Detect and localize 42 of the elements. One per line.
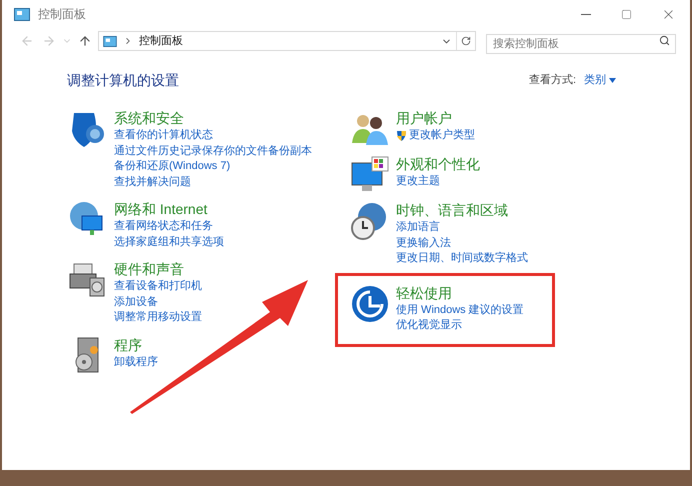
category-link[interactable]: 添加语言	[396, 220, 528, 236]
category-link[interactable]: 查看网络状态和任务	[114, 219, 224, 234]
category-link[interactable]: 查看你的计算机状态	[114, 128, 312, 144]
category-link[interactable]: 更改帐户类型	[409, 128, 475, 144]
ease-of-access-icon	[350, 284, 390, 324]
control-panel-icon	[14, 8, 30, 20]
category-link[interactable]: 添加设备	[114, 294, 202, 310]
search-icon	[659, 35, 670, 46]
view-by-dropdown[interactable]: 类别	[584, 72, 616, 89]
category-title[interactable]: 轻松使用	[396, 284, 524, 302]
category-title[interactable]: 程序	[114, 336, 158, 354]
forward-arrow-icon	[42, 34, 56, 48]
category-link[interactable]: 更换输入法	[396, 236, 528, 251]
category-link[interactable]: 更改日期、时间或数字格式	[396, 251, 528, 266]
category-link[interactable]: 调整常用移动设置	[114, 310, 202, 326]
category-link[interactable]: 选择家庭组和共享选项	[114, 234, 224, 250]
category-link[interactable]: 更改主题	[396, 174, 480, 190]
category-link[interactable]: 通过文件历史记录保存你的文件备份副本	[114, 144, 312, 159]
category-link[interactable]: 查看设备和打印机	[114, 279, 202, 294]
category-title[interactable]: 硬件和声音	[114, 260, 202, 279]
category-title[interactable]: 用户帐户	[396, 109, 475, 128]
category-link[interactable]: 备份和还原(Windows 7)	[114, 159, 312, 174]
address-field[interactable]: 控制面板	[98, 31, 476, 51]
address-path: 控制面板	[139, 34, 183, 49]
category-title[interactable]: 系统和安全	[114, 109, 312, 128]
category-title[interactable]: 网络和 Internet	[114, 200, 224, 219]
category-link[interactable]: 使用 Windows 建议的设置	[396, 302, 524, 318]
window-title: 控制面板	[38, 6, 86, 23]
page-heading: 调整计算机的设置	[67, 71, 179, 90]
refresh-icon	[461, 36, 471, 46]
search-field[interactable]: 搜索控制面板	[486, 34, 676, 54]
caret-icon	[609, 78, 616, 83]
category-title[interactable]: 外观和个性化	[396, 155, 480, 174]
up-arrow-icon	[78, 34, 92, 48]
category-link[interactable]: 卸载程序	[114, 354, 158, 370]
category-link[interactable]: 优化视觉显示	[396, 318, 524, 334]
view-by-label: 查看方式:	[528, 72, 576, 88]
control-panel-icon	[103, 36, 117, 46]
shield-icon	[396, 130, 407, 142]
maximize-icon	[620, 8, 632, 20]
category-link[interactable]: 查找并解决问题	[114, 174, 312, 190]
category-title[interactable]: 时钟、语言和区域	[396, 201, 528, 220]
